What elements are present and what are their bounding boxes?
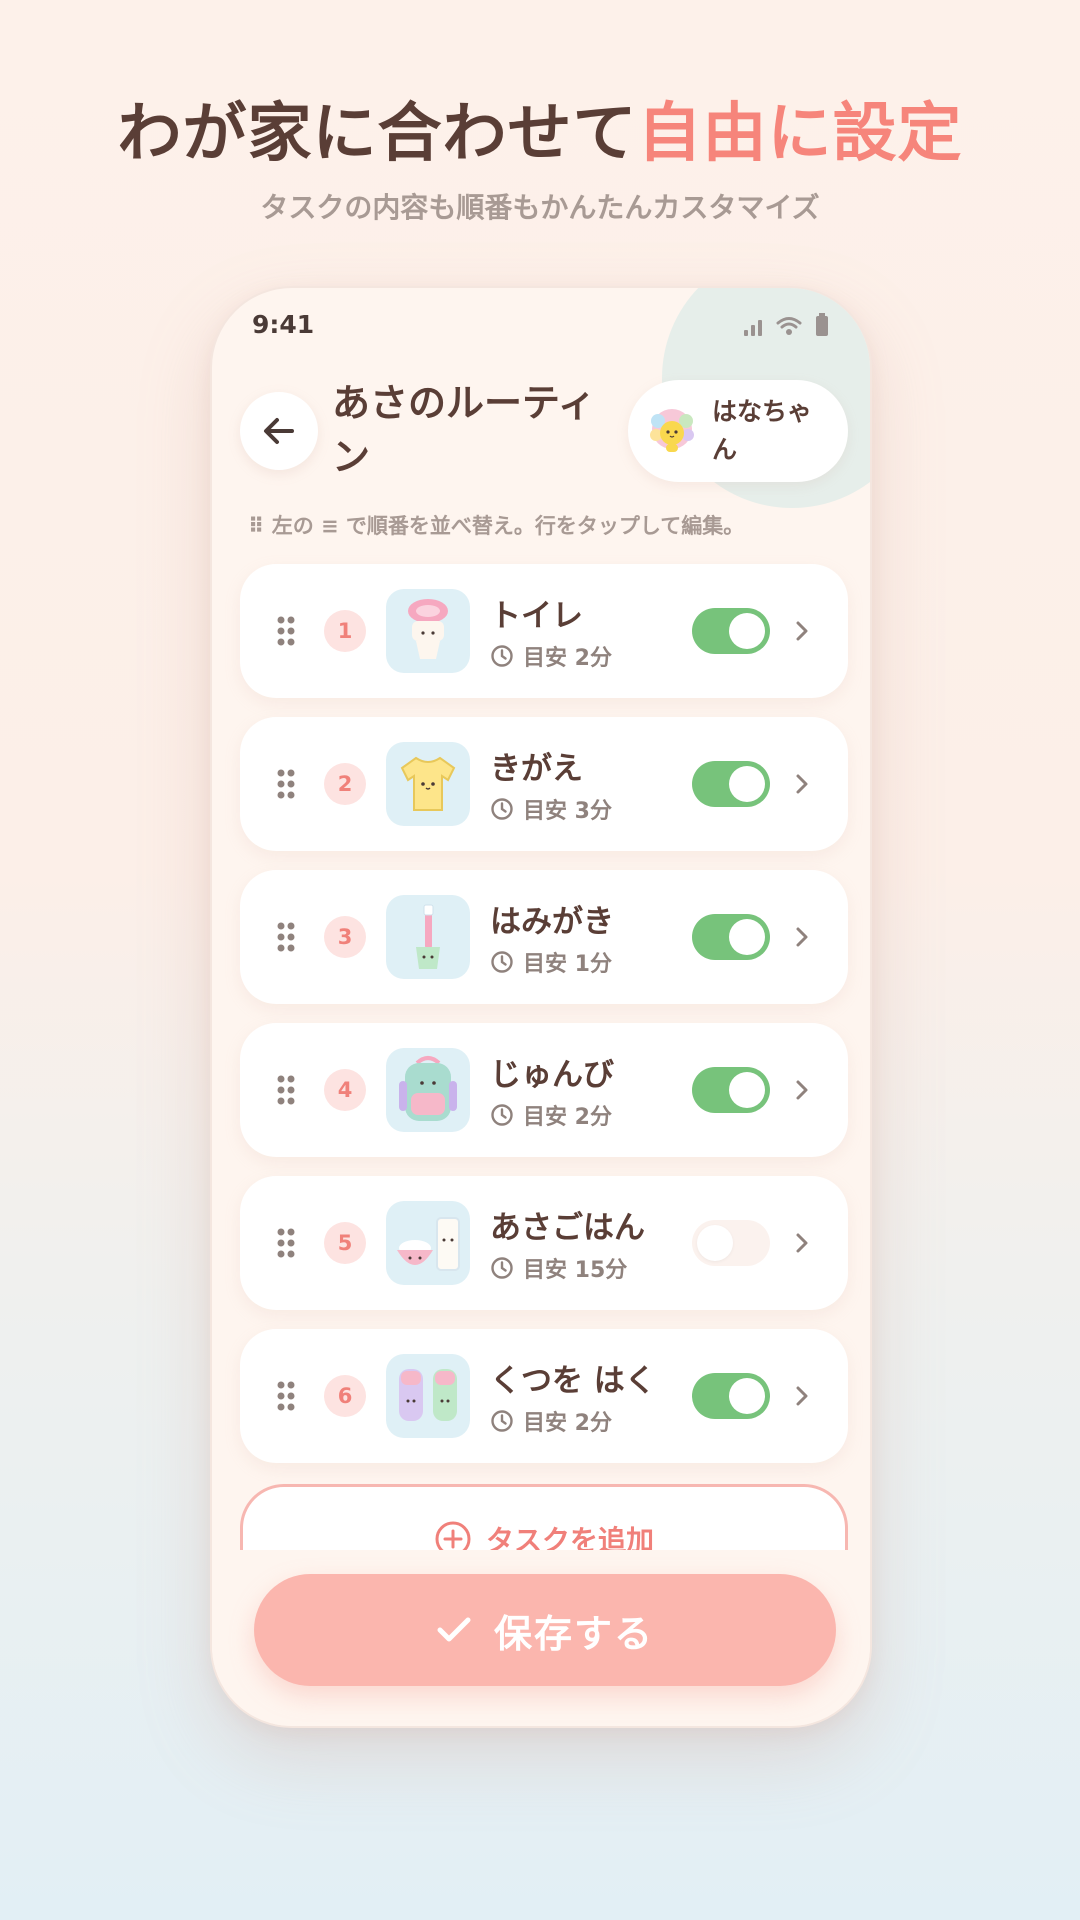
arrow-left-icon xyxy=(264,418,294,444)
task-row[interactable]: 6 くつを はく目安 2分 xyxy=(240,1329,848,1463)
drag-handle-icon[interactable] xyxy=(276,1380,296,1412)
save-button[interactable]: 保存する xyxy=(254,1574,836,1686)
task-name: きがえ xyxy=(490,751,583,787)
toggle-knob xyxy=(729,613,765,649)
wifi-icon xyxy=(776,317,802,335)
back-button[interactable] xyxy=(240,392,318,470)
promo-headline: わが家に合わせて自由に設定 xyxy=(0,82,1080,174)
breakfast-icon xyxy=(386,1201,470,1285)
task-toggle[interactable] xyxy=(692,1220,770,1266)
task-toggle[interactable] xyxy=(692,1373,770,1419)
task-duration-text: 目安 2分 xyxy=(523,646,612,671)
reorder-hint: ⠿ 左の ≡ で順番を並べ替え。行をタップして編集。 xyxy=(248,514,745,538)
task-duration-text: 目安 15分 xyxy=(523,1258,628,1283)
toggle-knob xyxy=(729,1072,765,1108)
task-number-badge: 1 xyxy=(324,610,366,652)
task-name: くつを はく xyxy=(490,1363,656,1399)
profile-selector[interactable]: はなちゃん xyxy=(628,380,848,482)
task-name: トイレ xyxy=(490,598,583,634)
task-row[interactable]: 3 はみがき目安 1分 xyxy=(240,870,848,1004)
task-row[interactable]: 2 きがえ目安 3分 xyxy=(240,717,848,851)
check-icon xyxy=(437,1617,471,1642)
task-number-badge: 2 xyxy=(324,763,366,805)
task-row[interactable]: 4 じゅんび目安 2分 xyxy=(240,1023,848,1157)
drag-handle-icon[interactable] xyxy=(276,921,296,953)
page-title: あさのルーティン xyxy=(332,381,596,479)
signal-icon xyxy=(744,318,762,336)
task-duration-text: 目安 3分 xyxy=(523,799,612,824)
promo-subheadline: タスクの内容も順番もかんたんカスタマイズ xyxy=(260,191,820,224)
drag-handle-icon[interactable] xyxy=(276,1227,296,1259)
task-name: はみがき xyxy=(490,904,614,940)
task-number-badge: 4 xyxy=(324,1069,366,1111)
task-duration: 目安 2分 xyxy=(490,640,612,672)
drag-handle-icon[interactable] xyxy=(276,768,296,800)
shoes-icon xyxy=(386,1354,470,1438)
task-number-badge: 6 xyxy=(324,1375,366,1417)
clock-icon xyxy=(491,1257,513,1279)
toggle-knob xyxy=(729,919,765,955)
toilet-icon xyxy=(386,589,470,673)
task-duration: 目安 2分 xyxy=(490,1405,612,1437)
drag-handle-icon[interactable] xyxy=(276,1074,296,1106)
toggle-knob xyxy=(729,1378,765,1414)
task-duration-text: 目安 1分 xyxy=(523,952,612,977)
chevron-right-icon[interactable] xyxy=(794,1384,810,1408)
task-row[interactable]: 1 トイレ目安 2分 xyxy=(240,564,848,698)
drag-handle-icon[interactable] xyxy=(276,615,296,647)
chevron-right-icon[interactable] xyxy=(794,1078,810,1102)
task-duration: 目安 2分 xyxy=(490,1099,612,1131)
clock-icon xyxy=(491,951,513,973)
task-duration-text: 目安 2分 xyxy=(523,1105,612,1130)
headline-accent: 自由に設定 xyxy=(637,97,963,171)
chevron-right-icon[interactable] xyxy=(794,925,810,949)
task-number-badge: 3 xyxy=(324,916,366,958)
clock-icon xyxy=(491,1410,513,1432)
task-duration-text: 目安 2分 xyxy=(523,1411,612,1436)
avatar xyxy=(650,409,694,452)
task-toggle[interactable] xyxy=(692,1067,770,1113)
phone-frame: 9:41 あさのルーティン はなちゃん ⠿ 左の ≡ で順番を並べ替え。行をタッ… xyxy=(210,286,872,1728)
toothbrush-icon xyxy=(386,895,470,979)
task-name: あさごはん xyxy=(490,1210,645,1246)
task-duration: 目安 3分 xyxy=(490,793,612,825)
toggle-knob xyxy=(697,1225,733,1261)
status-icons xyxy=(744,313,828,336)
headline-main: わが家に合わせて xyxy=(117,97,638,171)
tshirt-icon xyxy=(386,742,470,826)
chevron-right-icon[interactable] xyxy=(794,772,810,796)
status-time: 9:41 xyxy=(252,310,315,339)
chevron-right-icon[interactable] xyxy=(794,619,810,643)
task-toggle[interactable] xyxy=(692,761,770,807)
task-number-badge: 5 xyxy=(324,1222,366,1264)
profile-name: はなちゃん xyxy=(712,397,813,464)
backpack-icon xyxy=(386,1048,470,1132)
clock-icon xyxy=(491,645,513,667)
task-duration: 目安 15分 xyxy=(490,1252,627,1284)
save-label: 保存する xyxy=(493,1611,654,1656)
task-toggle[interactable] xyxy=(692,608,770,654)
task-name: じゅんび xyxy=(490,1057,614,1093)
task-row[interactable]: 5 あさごはん目安 15分 xyxy=(240,1176,848,1310)
task-toggle[interactable] xyxy=(692,914,770,960)
battery-icon xyxy=(816,313,828,336)
task-duration: 目安 1分 xyxy=(490,946,612,978)
toggle-knob xyxy=(729,766,765,802)
chevron-right-icon[interactable] xyxy=(794,1231,810,1255)
clock-icon xyxy=(491,798,513,820)
clock-icon xyxy=(491,1104,513,1126)
task-list: 1 トイレ 目安 2分 2 きがえ 目安 3分 3 はみがき 目安 1分 4 じゅんび 目安 2分 5 あ… xyxy=(240,564,848,1482)
